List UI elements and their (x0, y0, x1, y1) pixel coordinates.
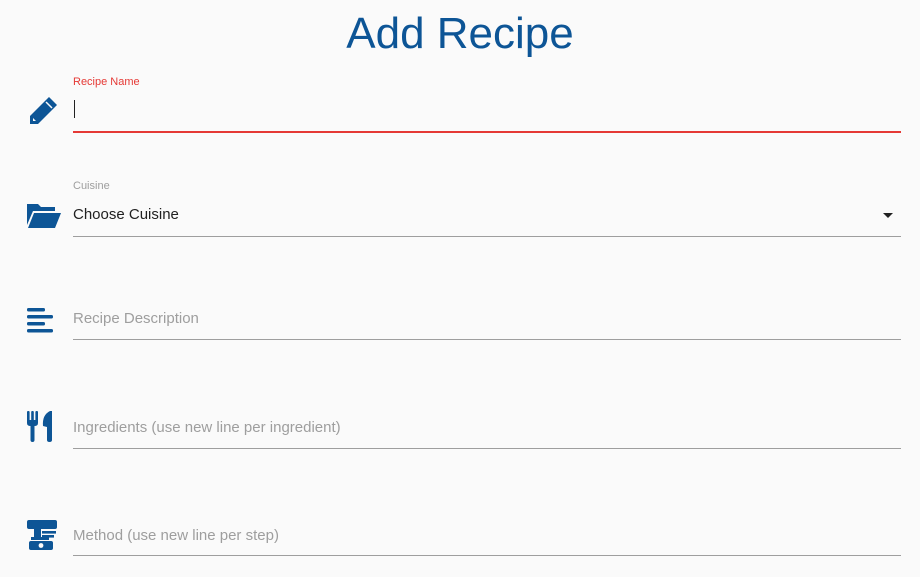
pencil-icon (26, 94, 60, 128)
text-caret (74, 100, 75, 118)
method-row: Method (use new line per step) (0, 507, 920, 561)
add-recipe-page: Add Recipe Recipe Name Cuisine Choose Cu… (0, 0, 920, 577)
cuisine-underline (73, 236, 901, 237)
cuisine-selected-value: Choose Cuisine (73, 206, 179, 223)
cuisine-label: Cuisine (73, 180, 110, 192)
method-field[interactable]: Method (use new line per step) (73, 507, 901, 561)
folder-open-icon (26, 198, 61, 232)
method-placeholder: Method (use new line per step) (73, 527, 279, 544)
align-left-icon (26, 304, 60, 338)
ingredients-placeholder: Ingredients (use new line per ingredient… (73, 419, 341, 436)
description-placeholder: Recipe Description (73, 310, 199, 327)
recipe-name-input[interactable] (73, 98, 901, 120)
ingredients-underline (73, 448, 901, 449)
ingredients-field[interactable]: Ingredients (use new line per ingredient… (73, 399, 901, 453)
cuisine-row: Cuisine Choose Cuisine (0, 176, 920, 240)
dropdown-arrow-icon[interactable] (883, 213, 893, 218)
page-title: Add Recipe (346, 9, 574, 58)
utensils-icon (26, 409, 60, 443)
cuisine-select[interactable]: Cuisine Choose Cuisine (73, 176, 901, 240)
description-row: Recipe Description (0, 290, 920, 344)
description-underline (73, 339, 901, 340)
ingredients-row: Ingredients (use new line per ingredient… (0, 399, 920, 453)
mixer-icon (26, 518, 60, 552)
recipe-name-label: Recipe Name (73, 76, 140, 88)
description-field[interactable]: Recipe Description (73, 290, 901, 344)
recipe-name-row: Recipe Name (0, 72, 920, 136)
method-underline (73, 555, 901, 556)
recipe-name-underline (73, 131, 901, 133)
recipe-name-field[interactable]: Recipe Name (73, 72, 901, 136)
